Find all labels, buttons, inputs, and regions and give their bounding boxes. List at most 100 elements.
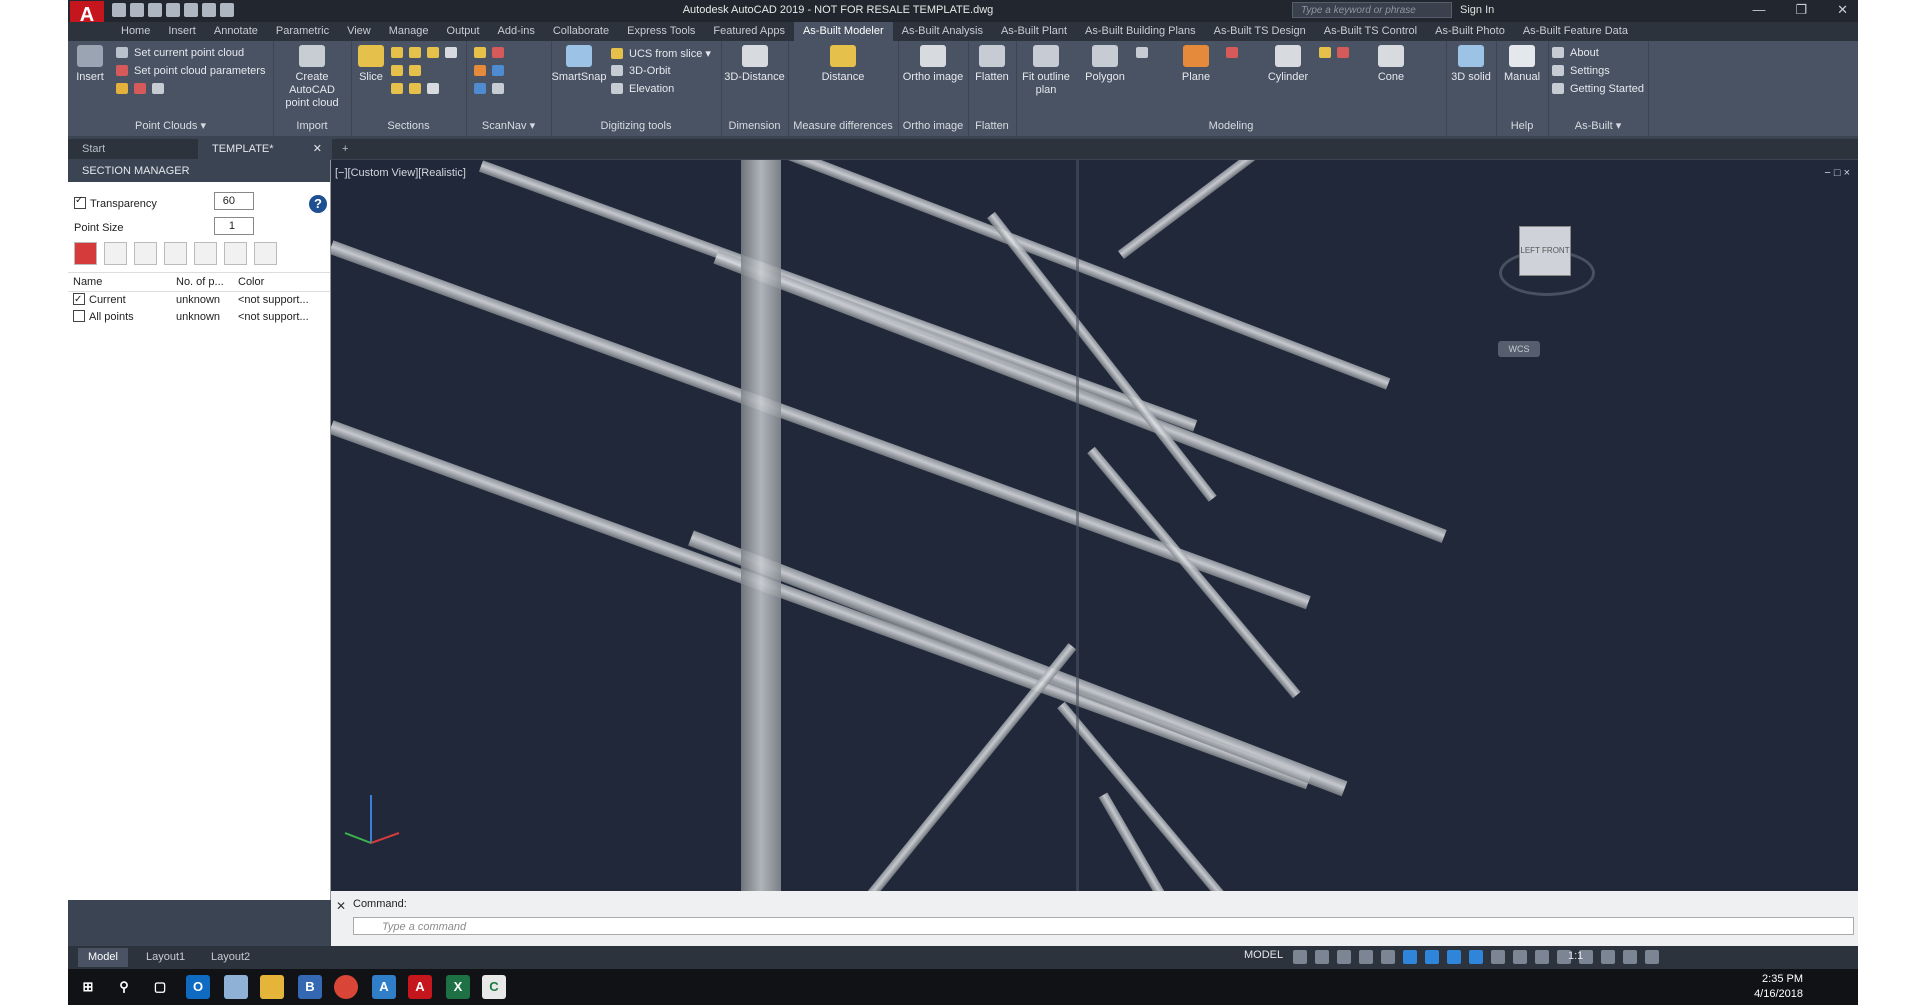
pc-tool-icon[interactable] bbox=[116, 83, 128, 94]
viewport-window-controls[interactable]: − □ × bbox=[1824, 167, 1850, 179]
help-icon[interactable]: ? bbox=[309, 195, 327, 213]
search-input[interactable]: Type a keyword or phrase bbox=[1292, 2, 1452, 18]
section-row[interactable]: Current unknown <not support... bbox=[68, 291, 330, 309]
pc-tool-icon[interactable] bbox=[134, 83, 146, 94]
section-tool-icon[interactable] bbox=[134, 242, 157, 265]
tab-add-ins[interactable]: Add-ins bbox=[489, 22, 544, 41]
section-tool-icon[interactable] bbox=[409, 83, 421, 94]
tab-express-tools[interactable]: Express Tools bbox=[618, 22, 704, 41]
tab-as-built-analysis[interactable]: As-Built Analysis bbox=[893, 22, 992, 41]
distance-button[interactable]: Distance bbox=[808, 45, 878, 84]
osnap-icon[interactable] bbox=[1381, 950, 1395, 964]
tab-as-built-photo[interactable]: As-Built Photo bbox=[1426, 22, 1514, 41]
otrack-icon[interactable] bbox=[1403, 950, 1417, 964]
layout-tab-model[interactable]: Model bbox=[78, 948, 128, 967]
ortho-icon[interactable] bbox=[1337, 950, 1351, 964]
bentley-icon[interactable]: B bbox=[298, 975, 322, 999]
section-tool-icon[interactable] bbox=[409, 47, 421, 58]
3d-distance-button[interactable]: 3D-Distance bbox=[721, 45, 788, 84]
hardware-acceleration-icon[interactable] bbox=[1601, 950, 1615, 964]
customization-menu-icon[interactable] bbox=[1645, 950, 1659, 964]
transparency-spinner[interactable]: 60 bbox=[214, 192, 254, 210]
tab-as-built-ts-design[interactable]: As-Built TS Design bbox=[1205, 22, 1315, 41]
tab-as-built-plant[interactable]: As-Built Plant bbox=[992, 22, 1076, 41]
column-header-color[interactable]: Color bbox=[233, 273, 330, 291]
wcs-menu[interactable]: WCS bbox=[1498, 341, 1540, 357]
section-tool-icon[interactable] bbox=[427, 47, 439, 58]
cone-button[interactable]: Cone bbox=[1366, 45, 1416, 84]
elevation-button[interactable]: Elevation bbox=[611, 83, 674, 95]
outlook-icon[interactable]: O bbox=[186, 975, 210, 999]
annotation-visibility-icon[interactable] bbox=[1469, 950, 1483, 964]
tab-as-built-ts-control[interactable]: As-Built TS Control bbox=[1315, 22, 1426, 41]
tab-view[interactable]: View bbox=[338, 22, 380, 41]
tab-manage[interactable]: Manage bbox=[380, 22, 438, 41]
manual-button[interactable]: Manual bbox=[1496, 45, 1548, 84]
tab-as-built-building-plans[interactable]: As-Built Building Plans bbox=[1076, 22, 1205, 41]
column-header-name[interactable]: Name bbox=[68, 273, 171, 291]
section-tool-icon[interactable] bbox=[445, 47, 457, 58]
section-tool-icon[interactable] bbox=[104, 242, 127, 265]
polar-icon[interactable] bbox=[1359, 950, 1373, 964]
section-tool-icon[interactable] bbox=[409, 65, 421, 76]
weather-icon[interactable] bbox=[224, 975, 248, 999]
close-icon[interactable]: ✕ bbox=[336, 899, 346, 913]
set-point-cloud-parameters-button[interactable]: Set point cloud parameters bbox=[116, 65, 265, 77]
group-label-scannav[interactable]: ScanNav ▾ bbox=[466, 119, 551, 132]
tab-as-built-modeler[interactable]: As-Built Modeler bbox=[793, 22, 893, 41]
getting-started-button[interactable]: Getting Started bbox=[1552, 83, 1644, 95]
group-label-point-clouds[interactable]: Point Clouds ▾ bbox=[68, 119, 273, 132]
scannav-tool-icon[interactable] bbox=[474, 47, 486, 58]
doc-tab-start[interactable]: Start bbox=[68, 139, 198, 159]
tab-collaborate[interactable]: Collaborate bbox=[544, 22, 618, 41]
restore-icon[interactable]: ❐ bbox=[1795, 2, 1807, 18]
viewcube[interactable]: LEFT FRONT bbox=[1499, 220, 1595, 310]
layout-tab-layout2[interactable]: Layout2 bbox=[201, 948, 260, 967]
modeling-tool-icon[interactable] bbox=[1136, 47, 1148, 58]
tab-annotate[interactable]: Annotate bbox=[205, 22, 267, 41]
scannav-tool-icon[interactable] bbox=[492, 83, 504, 94]
polygon-button[interactable]: Polygon bbox=[1078, 45, 1132, 84]
model-space-button[interactable]: MODEL bbox=[1244, 949, 1283, 961]
close-tab-icon[interactable]: ✕ bbox=[313, 139, 322, 159]
viewport-controls-label[interactable]: [−][Custom View][Realistic] bbox=[335, 167, 466, 179]
orbit-3d-button[interactable]: 3D-Orbit bbox=[611, 65, 671, 77]
search-icon[interactable]: ⚲ bbox=[112, 975, 136, 999]
tab-home[interactable]: Home bbox=[112, 22, 159, 41]
plus-icon[interactable] bbox=[1535, 950, 1549, 964]
about-button[interactable]: About bbox=[1552, 47, 1599, 59]
section-row[interactable]: All points unknown <not support... bbox=[68, 309, 330, 326]
section-tool-icon[interactable] bbox=[391, 83, 403, 94]
section-tool-icon[interactable] bbox=[427, 83, 439, 94]
section-tool-icon[interactable] bbox=[391, 47, 403, 58]
plane-button[interactable]: Plane bbox=[1171, 45, 1221, 84]
annotation-scale-icon[interactable] bbox=[1491, 950, 1505, 964]
fit-outline-plan-button[interactable]: Fit outline plan bbox=[1016, 45, 1076, 97]
scannav-tool-icon[interactable] bbox=[492, 65, 504, 76]
dynamic-ucs-icon[interactable] bbox=[1425, 950, 1439, 964]
scannav-tool-icon[interactable] bbox=[474, 65, 486, 76]
chrome-icon[interactable] bbox=[334, 975, 358, 999]
file-explorer-icon[interactable] bbox=[260, 975, 284, 999]
smartsnap-button[interactable]: SmartSnap bbox=[551, 45, 607, 84]
3d-solid-button[interactable]: 3D solid bbox=[1446, 45, 1496, 84]
ucs-from-slice-button[interactable]: UCS from slice ▾ bbox=[611, 47, 711, 60]
autocad-app-icon[interactable]: A bbox=[372, 975, 396, 999]
checkbox-icon[interactable] bbox=[73, 291, 85, 308]
cylinder-button[interactable]: Cylinder bbox=[1260, 45, 1316, 84]
create-autocad-point-cloud-button[interactable]: Create AutoCAD point cloud bbox=[275, 45, 349, 110]
cylinder-tool-icon[interactable] bbox=[1319, 47, 1331, 58]
autocad-active-icon[interactable]: A bbox=[408, 975, 432, 999]
tab-output[interactable]: Output bbox=[438, 22, 489, 41]
clean-screen-icon[interactable] bbox=[1623, 950, 1637, 964]
point-size-spinner[interactable]: 1 bbox=[214, 217, 254, 235]
section-tool-icon[interactable] bbox=[224, 242, 247, 265]
start-icon[interactable]: ⊞ bbox=[76, 975, 100, 999]
flatten-button[interactable]: Flatten bbox=[968, 45, 1016, 84]
slice-button[interactable]: Slice bbox=[355, 45, 387, 84]
section-tool-icon[interactable] bbox=[391, 65, 403, 76]
tab-featured-apps[interactable]: Featured Apps bbox=[704, 22, 794, 41]
grid-icon[interactable] bbox=[1293, 950, 1307, 964]
system-clock[interactable]: 2:35 PM 4/16/2018 bbox=[1754, 972, 1803, 1002]
command-input[interactable]: Type a command bbox=[353, 917, 1854, 935]
